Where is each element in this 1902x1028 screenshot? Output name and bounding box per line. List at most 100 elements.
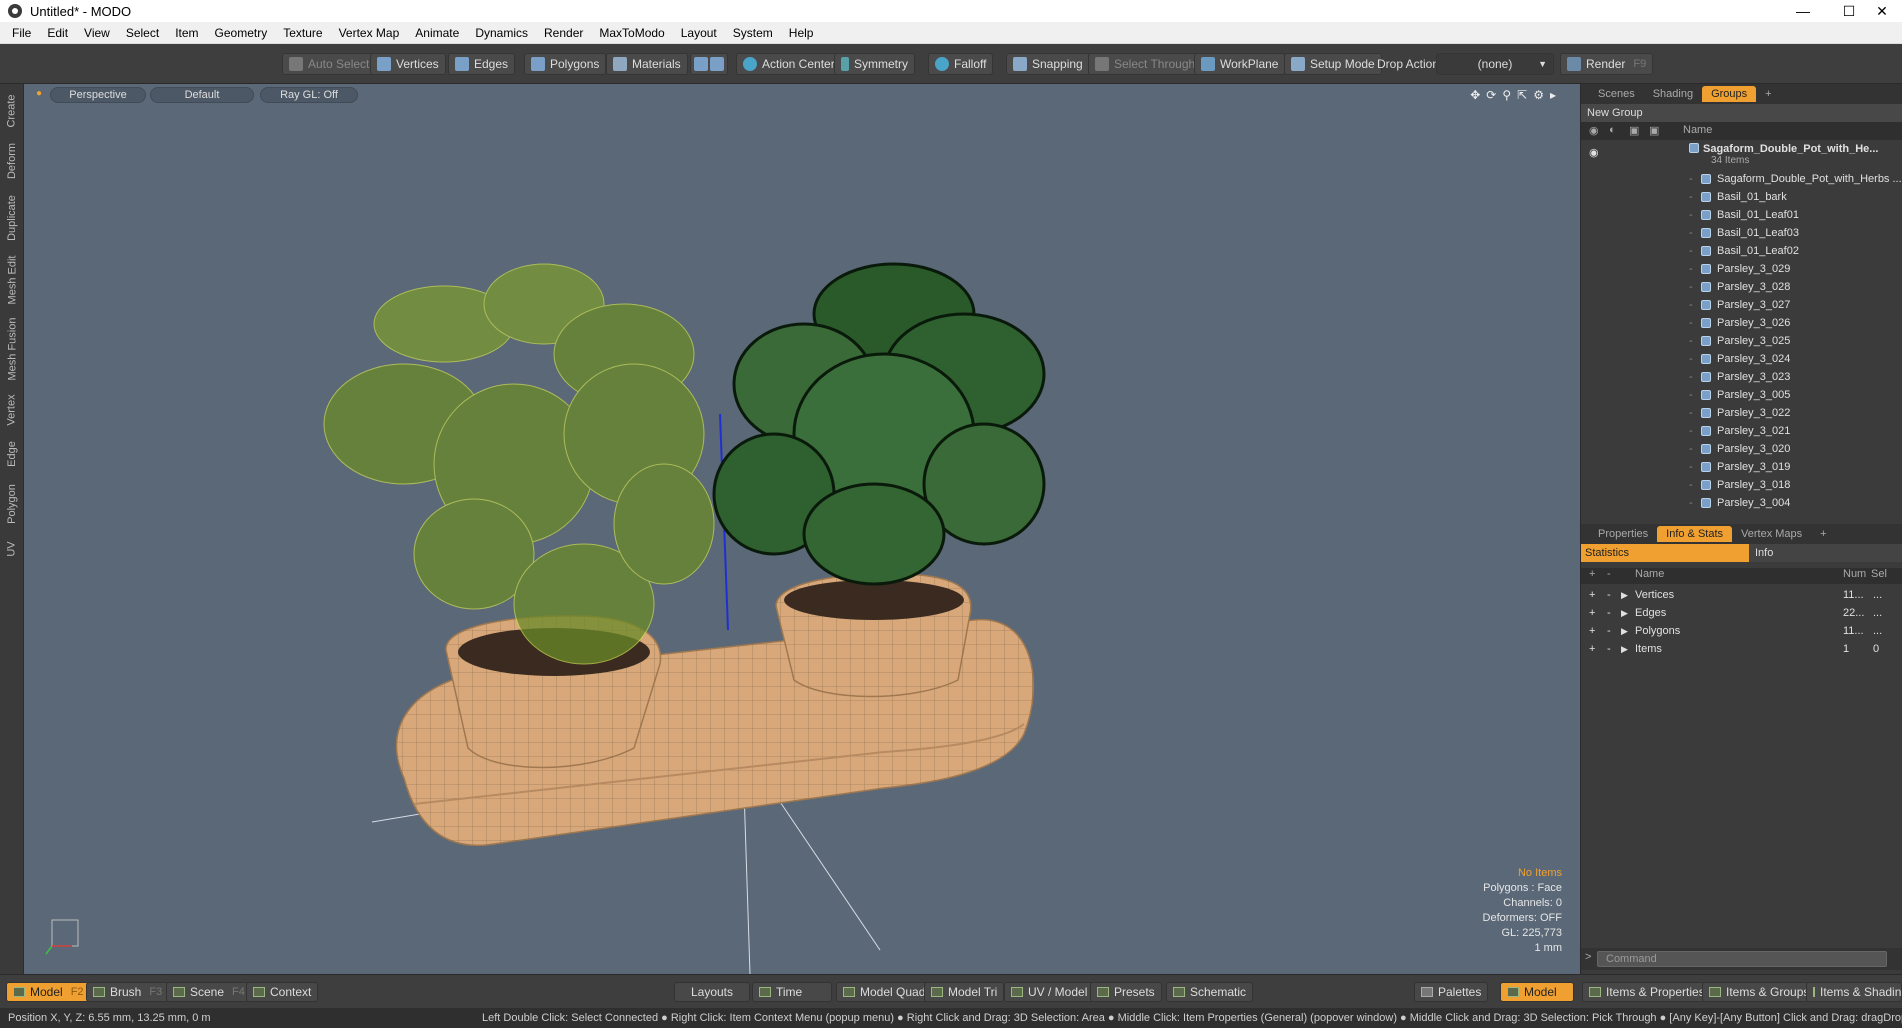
minimize-icon[interactable]: — (1780, 0, 1826, 22)
menu-edit[interactable]: Edit (39, 26, 76, 40)
tab-statistics[interactable]: Statistics (1581, 544, 1749, 562)
model-right-button[interactable]: Model (1500, 982, 1574, 1002)
materials-button[interactable]: Materials (606, 53, 688, 75)
group-item-row[interactable]: - Basil_01_Leaf03 (1581, 224, 1902, 242)
drop-action-select[interactable]: (none) ▼ (1436, 53, 1554, 75)
expand-icon[interactable]: + (1589, 640, 1595, 658)
new-group-button[interactable]: New Group (1581, 104, 1902, 122)
shading-dropdown[interactable]: Default (150, 87, 254, 103)
tab-deform[interactable]: Deform (3, 136, 21, 186)
expand-icon[interactable]: + (1589, 622, 1595, 640)
menu-render[interactable]: Render (536, 26, 591, 40)
tab-mesh-fusion[interactable]: Mesh Fusion (3, 312, 21, 386)
eye-icon[interactable]: ◉ (1589, 124, 1599, 137)
tab-mesh-edit[interactable]: Mesh Edit (3, 250, 21, 310)
raygl-toggle[interactable]: Ray GL: Off (260, 87, 358, 103)
tab-info[interactable]: Info (1749, 544, 1902, 562)
items-shading-button[interactable]: Items & Shadin (1806, 982, 1902, 1002)
visibility-eye-icon[interactable]: ◉ (1589, 144, 1599, 162)
group-item-row[interactable]: - Parsley_3_004 (1581, 494, 1902, 512)
group-root-row[interactable]: ◉ Sagaform_Double_Pot_with_He... 34 Item… (1581, 140, 1902, 170)
group-item-row[interactable]: - Parsley_3_028 (1581, 278, 1902, 296)
symmetry-button[interactable]: Symmetry (834, 53, 915, 75)
collapse-icon[interactable]: - (1607, 604, 1611, 622)
select-toggle-icon[interactable]: ▣ (1649, 124, 1659, 137)
add-tab-icon[interactable]: + (1811, 526, 1835, 542)
render-button[interactable]: Render F9 (1560, 53, 1654, 75)
palettes-button[interactable]: Palettes (1414, 982, 1489, 1002)
expand-icon[interactable]: + (1589, 604, 1595, 622)
layouts-button[interactable]: Layouts (674, 982, 750, 1002)
tab-groups[interactable]: Groups (1702, 86, 1757, 102)
tab-properties[interactable]: Properties (1589, 526, 1657, 542)
items-groups-button[interactable]: Items & Groups (1702, 982, 1817, 1002)
context-layout-button[interactable]: Context (246, 982, 319, 1002)
tab-polygon[interactable]: Polygon (3, 476, 21, 532)
model-quad-button[interactable]: Model Quad (836, 982, 933, 1002)
collapse-icon[interactable]: - (1607, 640, 1611, 658)
fit-view-icon[interactable]: ⇱ (1517, 88, 1527, 102)
selection-sets-button[interactable] (690, 53, 728, 75)
stats-row[interactable]: + - ▶ Vertices 11...... (1581, 586, 1902, 604)
tab-uv[interactable]: UV (3, 534, 21, 564)
group-item-row[interactable]: - Parsley_3_020 (1581, 440, 1902, 458)
expand-all-icon[interactable]: + (1589, 568, 1595, 580)
tab-edge[interactable]: Edge (3, 434, 21, 474)
uv-model-button[interactable]: UV / Model (1004, 982, 1095, 1002)
schematic-button[interactable]: Schematic (1166, 982, 1254, 1002)
falloff-button[interactable]: Falloff (928, 53, 994, 75)
3d-viewport[interactable]: ● Perspective Default Ray GL: Off ✥ ⟳ ⚲ … (24, 84, 1580, 974)
collapse-icon[interactable]: - (1607, 622, 1611, 640)
snapping-button[interactable]: Snapping (1006, 53, 1090, 75)
menu-system[interactable]: System (725, 26, 781, 40)
render-toggle-icon[interactable]: ◐ (1609, 124, 1616, 136)
tab-duplicate[interactable]: Duplicate (3, 188, 21, 248)
group-item-row[interactable]: - Parsley_3_018 (1581, 476, 1902, 494)
add-tab-icon[interactable]: + (1756, 86, 1780, 102)
triangle-right-icon[interactable]: ▶ (1621, 640, 1628, 658)
menu-texture[interactable]: Texture (275, 26, 330, 40)
stats-row[interactable]: + - ▶ Polygons 11...... (1581, 622, 1902, 640)
rotate-view-icon[interactable]: ⟳ (1486, 88, 1496, 102)
workplane-button[interactable]: WorkPlane (1194, 53, 1286, 75)
triangle-right-icon[interactable]: ▶ (1621, 622, 1628, 640)
expand-icon[interactable]: + (1589, 586, 1595, 604)
tab-shading[interactable]: Shading (1644, 86, 1702, 102)
group-item-row[interactable]: - Basil_01_bark (1581, 188, 1902, 206)
setup-mode-button[interactable]: Setup Mode (1284, 53, 1382, 75)
move-view-icon[interactable]: ✥ (1470, 88, 1480, 102)
menu-geometry[interactable]: Geometry (207, 26, 276, 40)
edges-button[interactable]: Edges (448, 53, 516, 75)
items-properties-button[interactable]: Items & Properties (1582, 982, 1712, 1002)
stats-row[interactable]: + - ▶ Edges 22...... (1581, 604, 1902, 622)
menu-item[interactable]: Item (167, 26, 206, 40)
zoom-icon[interactable]: ⚲ (1502, 88, 1511, 102)
tab-vertex[interactable]: Vertex (3, 388, 21, 432)
stats-row[interactable]: + - ▶ Items 1 0 (1581, 640, 1902, 658)
collapse-all-icon[interactable]: - (1607, 568, 1611, 580)
menu-animate[interactable]: Animate (407, 26, 467, 40)
tab-vertex-maps[interactable]: Vertex Maps (1732, 526, 1811, 542)
menu-view[interactable]: View (76, 26, 118, 40)
group-item-row[interactable]: - Basil_01_Leaf01 (1581, 206, 1902, 224)
group-item-row[interactable]: - Basil_01_Leaf02 (1581, 242, 1902, 260)
menu-file[interactable]: File (4, 26, 39, 40)
group-item-row[interactable]: - Parsley_3_019 (1581, 458, 1902, 476)
chevron-right-icon[interactable]: ▸ (1550, 88, 1556, 102)
vertices-button[interactable]: Vertices (370, 53, 446, 75)
triangle-right-icon[interactable]: ▶ (1621, 586, 1628, 604)
collapse-icon[interactable]: - (1607, 586, 1611, 604)
model-layout-button[interactable]: Model F2 (6, 982, 91, 1002)
tab-scenes[interactable]: Scenes (1589, 86, 1644, 102)
presets-button[interactable]: Presets (1090, 982, 1162, 1002)
group-item-row[interactable]: - Parsley_3_005 (1581, 386, 1902, 404)
time-button[interactable]: Time (752, 982, 832, 1002)
lock-icon[interactable]: ▣ (1629, 124, 1639, 137)
perspective-dropdown[interactable]: Perspective (50, 87, 146, 103)
brush-layout-button[interactable]: Brush F3 (86, 982, 170, 1002)
select-through-button[interactable]: Select Through (1088, 53, 1203, 75)
group-item-row[interactable]: - Parsley_3_024 (1581, 350, 1902, 368)
tab-info-stats[interactable]: Info & Stats (1657, 526, 1733, 542)
menu-select[interactable]: Select (118, 26, 167, 40)
group-item-row[interactable]: - Parsley_3_023 (1581, 368, 1902, 386)
